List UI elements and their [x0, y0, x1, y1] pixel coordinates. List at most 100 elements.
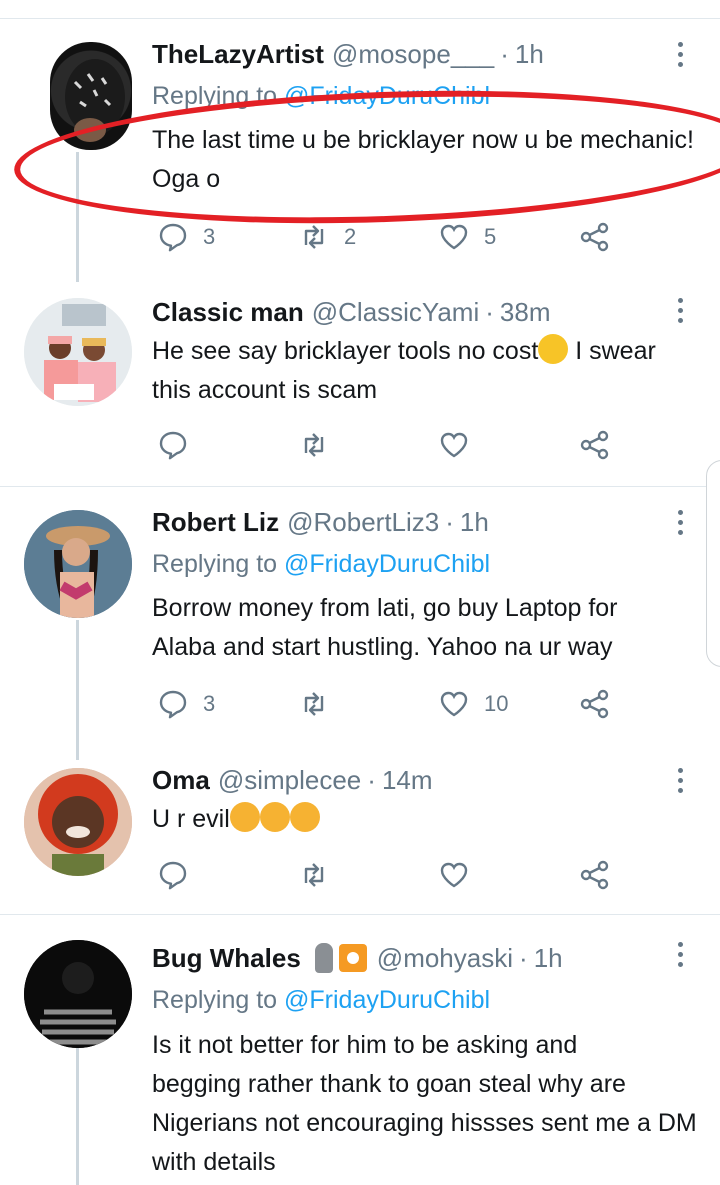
- share-button[interactable]: [579, 855, 611, 895]
- avatar-image: [24, 940, 132, 1048]
- reply-button[interactable]: 3: [157, 684, 215, 724]
- tweet-header: TheLazyArtist @mosope___ · 1h: [152, 34, 544, 74]
- side-panel-handle[interactable]: [706, 460, 720, 667]
- like-button[interactable]: 5: [438, 217, 496, 257]
- mention-link[interactable]: @FridayDuruChibl: [284, 82, 490, 110]
- mention-link[interactable]: @FridayDuruChibl: [284, 986, 490, 1014]
- user-handle[interactable]: @simplecee: [218, 760, 361, 800]
- share-icon: [580, 689, 609, 719]
- thread-line: [76, 620, 79, 760]
- cat-with-tears-of-joy-icon: [289, 802, 320, 833]
- reply-count: 3: [203, 224, 216, 249]
- timestamp[interactable]: 1h: [515, 34, 544, 74]
- retweet-icon: [304, 692, 324, 716]
- reply-icon: [159, 861, 187, 890]
- user-handle[interactable]: @mohyaski: [377, 938, 513, 978]
- avatar[interactable]: [24, 510, 132, 618]
- replying-label: Replying to: [152, 986, 285, 1014]
- tweet-text-line: Oga o: [152, 165, 221, 193]
- more-options-icon[interactable]: [672, 298, 688, 332]
- like-button[interactable]: [438, 425, 470, 465]
- avatar-image: [24, 510, 132, 618]
- avatar[interactable]: [24, 768, 132, 876]
- display-name[interactable]: Classic man: [152, 292, 304, 332]
- more-options-icon[interactable]: [672, 510, 688, 544]
- share-button[interactable]: [579, 425, 611, 465]
- retweet-button[interactable]: [298, 855, 330, 895]
- share-icon: [580, 222, 609, 252]
- reply-icon: [159, 223, 187, 252]
- user-handle[interactable]: @ClassicYami: [312, 292, 480, 332]
- retweet-icon: [304, 433, 324, 457]
- tweet-text-line: Alaba and start hustling. Yahoo na ur wa…: [152, 633, 613, 661]
- separator-dot: ·: [485, 297, 494, 327]
- tweet-text-line: begging rather thank to goan steal why a…: [152, 1070, 626, 1098]
- reply-count: 3: [203, 691, 216, 716]
- user-handle[interactable]: @RobertLiz3: [287, 502, 439, 542]
- display-name[interactable]: TheLazyArtist: [152, 34, 324, 74]
- more-options-icon[interactable]: [672, 942, 688, 976]
- tweet-text-segment: He see say bricklayer tools no cost: [152, 337, 539, 365]
- share-icon: [580, 430, 609, 460]
- tweet-text-line: with details: [152, 1148, 276, 1176]
- retweet-icon: [304, 863, 324, 887]
- reply-button[interactable]: [157, 855, 189, 895]
- like-button[interactable]: 10: [438, 684, 508, 724]
- more-options-icon[interactable]: [672, 768, 688, 802]
- tweet-text-line: Nigerians not encouraging hissses sent m…: [152, 1109, 697, 1137]
- replying-label: Replying to: [152, 550, 285, 578]
- avatar[interactable]: [24, 298, 132, 406]
- reply-button[interactable]: 3: [157, 217, 215, 257]
- retweet-button[interactable]: [298, 684, 330, 724]
- retweet-count: 2: [344, 224, 357, 249]
- tweet-header: Classic man @ClassicYami · 38m: [152, 292, 551, 332]
- tweet-text: The last time u be bricklayer now u be m…: [152, 121, 694, 199]
- heart-icon: [440, 691, 468, 717]
- user-handle[interactable]: @mosope___: [332, 34, 494, 74]
- display-name[interactable]: Bug Whales: [152, 938, 301, 978]
- timestamp[interactable]: 38m: [500, 292, 551, 332]
- replying-to: Replying to @FridayDuruChibl: [152, 980, 490, 1020]
- avatar-image: [65, 59, 125, 142]
- retweet-button[interactable]: [298, 425, 330, 465]
- like-count: 5: [484, 224, 497, 249]
- heart-icon: [440, 224, 468, 250]
- tweet-divider: [0, 914, 720, 915]
- tweet-header: Bug Whales @mohyaski · 1h: [152, 938, 563, 978]
- reply-button[interactable]: [157, 425, 189, 465]
- tweet-text-segment: U r evil: [152, 805, 230, 833]
- retweet-button[interactable]: 2: [298, 217, 356, 257]
- share-button[interactable]: [579, 684, 611, 724]
- moai-icon: [314, 943, 333, 973]
- tweet-text-line: He see say bricklayer tools no cost I sw…: [152, 332, 656, 371]
- thread-line: [76, 152, 79, 282]
- tweet-text-line: Borrow money from lati, go buy Laptop fo…: [152, 594, 618, 622]
- replying-to: Replying to @FridayDuruChibl: [152, 76, 490, 116]
- more-options-icon[interactable]: [672, 42, 688, 76]
- record-button-icon: [338, 944, 367, 972]
- tweet-text-line: The last time u be bricklayer now u be m…: [152, 126, 694, 154]
- display-name[interactable]: Robert Liz: [152, 502, 279, 542]
- heart-icon: [440, 432, 468, 458]
- tweet-text: U r evil: [152, 800, 320, 839]
- avatar-image: [24, 768, 132, 876]
- thread-line: [76, 1045, 79, 1185]
- tweet-text-line: this account is scam: [152, 376, 378, 404]
- share-button[interactable]: [579, 217, 611, 257]
- separator-dot: ·: [445, 507, 454, 537]
- tweet-text: Borrow money from lati, go buy Laptop fo…: [152, 589, 618, 667]
- tweet-divider: [0, 486, 720, 487]
- like-button[interactable]: [438, 855, 470, 895]
- timestamp[interactable]: 1h: [534, 938, 563, 978]
- replying-to: Replying to @FridayDuruChibl: [152, 544, 490, 584]
- display-name[interactable]: Oma: [152, 760, 210, 800]
- timestamp[interactable]: 1h: [460, 502, 489, 542]
- mention-link[interactable]: @FridayDuruChibl: [284, 550, 490, 578]
- retweet-icon: [304, 225, 324, 249]
- separator-dot: ·: [500, 39, 509, 69]
- face-with-tears-of-joy-icon: [538, 334, 569, 365]
- avatar[interactable]: [50, 42, 132, 150]
- timestamp[interactable]: 14m: [382, 760, 433, 800]
- avatar[interactable]: [24, 940, 132, 1048]
- tweet-text: Is it not better for him to be asking an…: [152, 1026, 697, 1182]
